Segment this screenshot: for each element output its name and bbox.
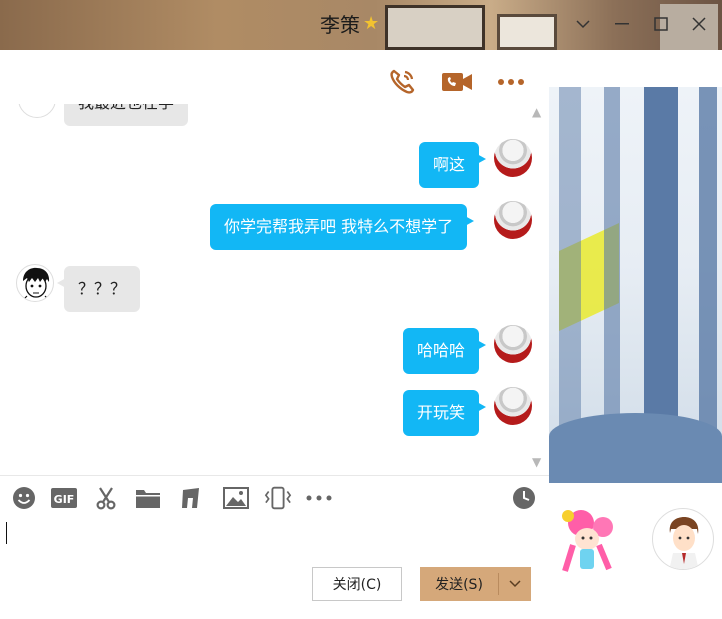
- close-window-button[interactable]: [684, 10, 714, 38]
- music-icon[interactable]: [177, 484, 205, 512]
- background-photo-frame: [385, 5, 485, 50]
- shake-icon[interactable]: [264, 484, 292, 512]
- chat-history[interactable]: ▲ 我最近也在学 啊这 你学完帮我弄吧 我特么不想学了 ？？？ 哈哈哈 开玩笑 …: [0, 50, 549, 475]
- message-bubble: 哈哈哈: [403, 328, 487, 374]
- my-avatar[interactable]: [494, 325, 532, 363]
- message-outgoing: 啊这: [419, 142, 487, 188]
- chevron-down-icon[interactable]: [568, 10, 598, 38]
- folder-icon[interactable]: [134, 484, 162, 512]
- gif-icon[interactable]: GIF: [50, 484, 78, 512]
- input-toolbar: GIF: [0, 480, 549, 518]
- contact-name-text: 李策: [320, 13, 360, 37]
- maximize-button[interactable]: [646, 10, 676, 38]
- phone-icon[interactable]: [385, 66, 419, 98]
- more-tools-icon[interactable]: [305, 484, 333, 512]
- message-bubble: ？？？: [56, 266, 141, 312]
- svg-text:GIF: GIF: [54, 493, 75, 506]
- text-cursor: [6, 522, 7, 544]
- message-input[interactable]: [0, 518, 549, 562]
- message-bubble: 开玩笑: [403, 390, 487, 436]
- close-button[interactable]: 关闭(C): [312, 567, 402, 601]
- message-bubble: 啊这: [419, 142, 487, 188]
- message-outgoing: 哈哈哈: [403, 328, 487, 374]
- send-options-chevron-icon[interactable]: [499, 580, 531, 588]
- message-outgoing: 你学完帮我弄吧 我特么不想学了: [210, 204, 475, 250]
- my-avatar[interactable]: [494, 387, 532, 425]
- scroll-up-icon[interactable]: ▲: [532, 105, 541, 119]
- ground: [549, 413, 722, 483]
- contact-name: 李策 ★: [320, 9, 379, 38]
- more-icon[interactable]: [494, 66, 528, 98]
- my-avatar[interactable]: [494, 201, 532, 239]
- message-bubble: 你学完帮我弄吧 我特么不想学了: [210, 204, 475, 250]
- minimize-button[interactable]: [607, 10, 637, 38]
- my-avatar[interactable]: [494, 139, 532, 177]
- background-photo-frame: [497, 14, 557, 50]
- scissors-icon[interactable]: [92, 484, 120, 512]
- send-label[interactable]: 发送(S): [420, 574, 498, 594]
- image-icon[interactable]: [222, 484, 250, 512]
- chat-header: [0, 50, 549, 104]
- scroll-down-icon[interactable]: ▼: [532, 455, 541, 469]
- send-button[interactable]: 发送(S): [420, 567, 531, 601]
- chat-show-illustration: [549, 87, 722, 483]
- message-outgoing: 开玩笑: [403, 390, 487, 436]
- contact-avatar[interactable]: [16, 264, 54, 302]
- my-chat-show-character[interactable]: [551, 505, 623, 577]
- title-bar: 李策 ★: [0, 0, 722, 50]
- message-incoming: ？？？: [56, 266, 141, 312]
- clock-icon[interactable]: [510, 484, 538, 512]
- divider: [0, 475, 549, 476]
- tree: [604, 87, 620, 417]
- contact-chat-show-character[interactable]: [652, 508, 714, 570]
- video-icon[interactable]: [440, 66, 474, 98]
- vip-star-icon: ★: [363, 13, 380, 34]
- emoji-icon[interactable]: [10, 484, 38, 512]
